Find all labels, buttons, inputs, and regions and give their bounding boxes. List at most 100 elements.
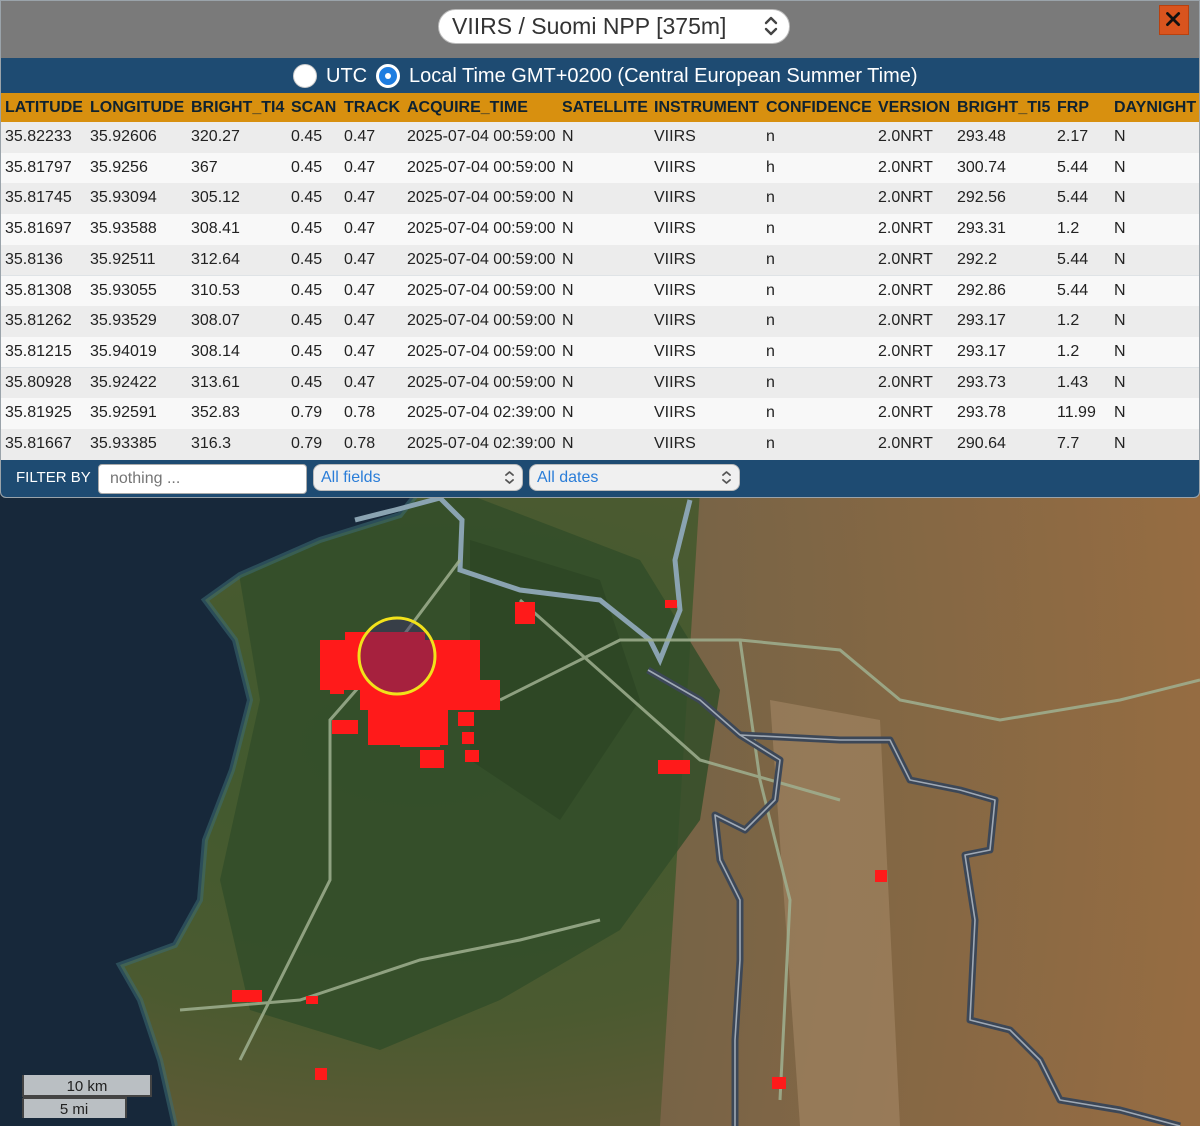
table-row[interactable]: 35.81215 35.94019 308.14 0.45 0.47 2025-07-04… (1, 336, 1199, 368)
column-header-latitude[interactable]: LATITUDE (5, 93, 83, 122)
cell-scan: 0.79 (291, 435, 323, 452)
map-scale-bar: 10 km 5 mi (22, 1075, 152, 1118)
utc-label: UTC (326, 65, 368, 87)
cell-frp: 11.99 (1057, 404, 1096, 422)
table-row[interactable]: 35.81925 35.92591 352.83 0.79 0.78 2025-07-04… (1, 398, 1199, 429)
cell-track: 0.47 (344, 250, 376, 268)
cell-frp: 1.2 (1057, 220, 1080, 238)
cell-scan: 0.45 (291, 312, 323, 330)
cell-version: 2.0NRT (878, 312, 933, 330)
cell-instrument: VIIRS (654, 158, 696, 176)
table-row[interactable]: 35.81797 35.9256 367 0.45 0.47 2025-07-04 00:… (1, 152, 1199, 184)
sensor-select[interactable]: VIIRS / Suomi NPP [375m] (438, 9, 790, 44)
cell-satellite: N (562, 158, 574, 176)
cell-instrument: VIIRS (654, 189, 696, 207)
cell-track: 0.47 (344, 189, 376, 207)
date-select[interactable]: All dates (529, 464, 740, 491)
cell-daynight: N (1114, 342, 1126, 360)
cell-satellite: N (562, 250, 574, 268)
cell-frp: 5.44 (1057, 158, 1089, 176)
cell-acquire-time: 2025-07-04 00:59:00 (407, 128, 556, 145)
column-header-longitude[interactable]: LONGITUDE (90, 93, 184, 122)
cell-confidence: n (766, 128, 775, 145)
selected-fire-highlight[interactable] (357, 616, 437, 696)
cell-confidence: n (766, 435, 775, 452)
cell-satellite: N (562, 189, 574, 207)
cell-bright-ti5: 293.48 (957, 128, 1006, 145)
table-row[interactable]: 35.82233 35.92606 320.27 0.45 0.47 2025-07-04… (1, 122, 1199, 153)
cell-longitude: 35.92591 (90, 404, 157, 422)
table-row[interactable]: 35.81667 35.93385 316.3 0.79 0.78 2025-07-04 … (1, 429, 1199, 460)
cell-bright-ti4: 313.61 (191, 373, 240, 391)
column-header-satellite[interactable]: SATELLITE (562, 93, 648, 122)
field-select-value: All fields (321, 469, 381, 486)
cell-instrument: VIIRS (654, 128, 696, 145)
table-row[interactable]: 35.81745 35.93094 305.12 0.45 0.47 2025-07-04… (1, 183, 1199, 214)
column-header-acquire-time[interactable]: ACQUIRE_TIME (407, 93, 528, 122)
column-header-daynight[interactable]: DAYNIGHT (1114, 93, 1196, 122)
column-header-instrument[interactable]: INSTRUMENT (654, 93, 759, 122)
cell-version: 2.0NRT (878, 281, 933, 299)
time-zone-bar: UTC Local Time GMT+0200 (Central Europea… (1, 58, 1199, 93)
cell-acquire-time: 2025-07-04 02:39:00 (407, 435, 556, 452)
cell-acquire-time: 2025-07-04 00:59:00 (407, 281, 556, 299)
column-header-bright-ti5[interactable]: BRIGHT_TI5 (957, 93, 1050, 122)
chevron-up-down-icon (505, 471, 514, 484)
cell-version: 2.0NRT (878, 189, 933, 207)
cell-instrument: VIIRS (654, 373, 696, 391)
cell-satellite: N (562, 220, 574, 238)
cell-scan: 0.45 (291, 220, 323, 238)
cell-instrument: VIIRS (654, 281, 696, 299)
cell-bright-ti5: 300.74 (957, 158, 1006, 176)
cell-daynight: N (1114, 128, 1126, 145)
cell-confidence: n (766, 189, 775, 207)
utc-radio[interactable] (293, 64, 317, 88)
cell-confidence: n (766, 250, 775, 268)
field-select[interactable]: All fields (313, 464, 523, 491)
cell-instrument: VIIRS (654, 220, 696, 238)
cell-acquire-time: 2025-07-04 00:59:00 (407, 220, 556, 238)
table-row[interactable]: 35.81262 35.93529 308.07 0.45 0.47 2025-07-04… (1, 306, 1199, 337)
cell-track: 0.47 (344, 373, 376, 391)
column-header-version[interactable]: VERSION (878, 93, 950, 122)
close-button[interactable] (1159, 5, 1189, 35)
filter-input[interactable] (98, 464, 307, 494)
column-header-scan[interactable]: SCAN (291, 93, 336, 122)
cell-acquire-time: 2025-07-04 00:59:00 (407, 250, 556, 268)
column-header-confidence[interactable]: CONFIDENCE (766, 93, 872, 122)
table-row[interactable]: 35.81308 35.93055 310.53 0.45 0.47 2025-07-04… (1, 275, 1199, 307)
cell-acquire-time: 2025-07-04 02:39:00 (407, 404, 556, 422)
cell-longitude: 35.92606 (90, 128, 157, 145)
cell-longitude: 35.9256 (90, 158, 148, 176)
column-header-frp[interactable]: FRP (1057, 93, 1089, 122)
cell-latitude: 35.81745 (5, 189, 72, 207)
cell-instrument: VIIRS (654, 250, 696, 268)
cell-instrument: VIIRS (654, 404, 696, 422)
table-row[interactable]: 35.8136 35.92511 312.64 0.45 0.47 2025-07-04 … (1, 244, 1199, 276)
cell-latitude: 35.80928 (5, 373, 72, 391)
date-select-value: All dates (537, 469, 599, 486)
cell-satellite: N (562, 312, 574, 330)
column-header-bright-ti4[interactable]: BRIGHT_TI4 (191, 93, 284, 122)
cell-bright-ti5: 293.73 (957, 373, 1006, 391)
chevron-up-down-icon (764, 16, 778, 36)
column-header-track[interactable]: TRACK (344, 93, 400, 122)
cell-latitude: 35.81697 (5, 220, 72, 238)
cell-longitude: 35.92422 (90, 373, 157, 391)
filter-bar: FILTER BY All fields All dates (1, 460, 1199, 497)
cell-longitude: 35.93385 (90, 435, 157, 452)
cell-bright-ti4: 308.14 (191, 342, 240, 360)
cell-confidence: n (766, 312, 775, 330)
cell-confidence: h (766, 158, 775, 176)
table-row[interactable]: 35.80928 35.92422 313.61 0.45 0.47 2025-07-04… (1, 367, 1199, 399)
local-time-radio[interactable] (376, 64, 400, 88)
cell-latitude: 35.81925 (5, 404, 72, 422)
cell-track: 0.47 (344, 312, 376, 330)
cell-satellite: N (562, 373, 574, 391)
cell-confidence: n (766, 373, 775, 391)
cell-bright-ti4: 308.07 (191, 312, 240, 330)
cell-bright-ti4: 310.53 (191, 281, 240, 299)
cell-acquire-time: 2025-07-04 00:59:00 (407, 158, 556, 176)
cell-track: 0.47 (344, 128, 376, 145)
table-row[interactable]: 35.81697 35.93588 308.41 0.45 0.47 2025-07-04… (1, 214, 1199, 245)
